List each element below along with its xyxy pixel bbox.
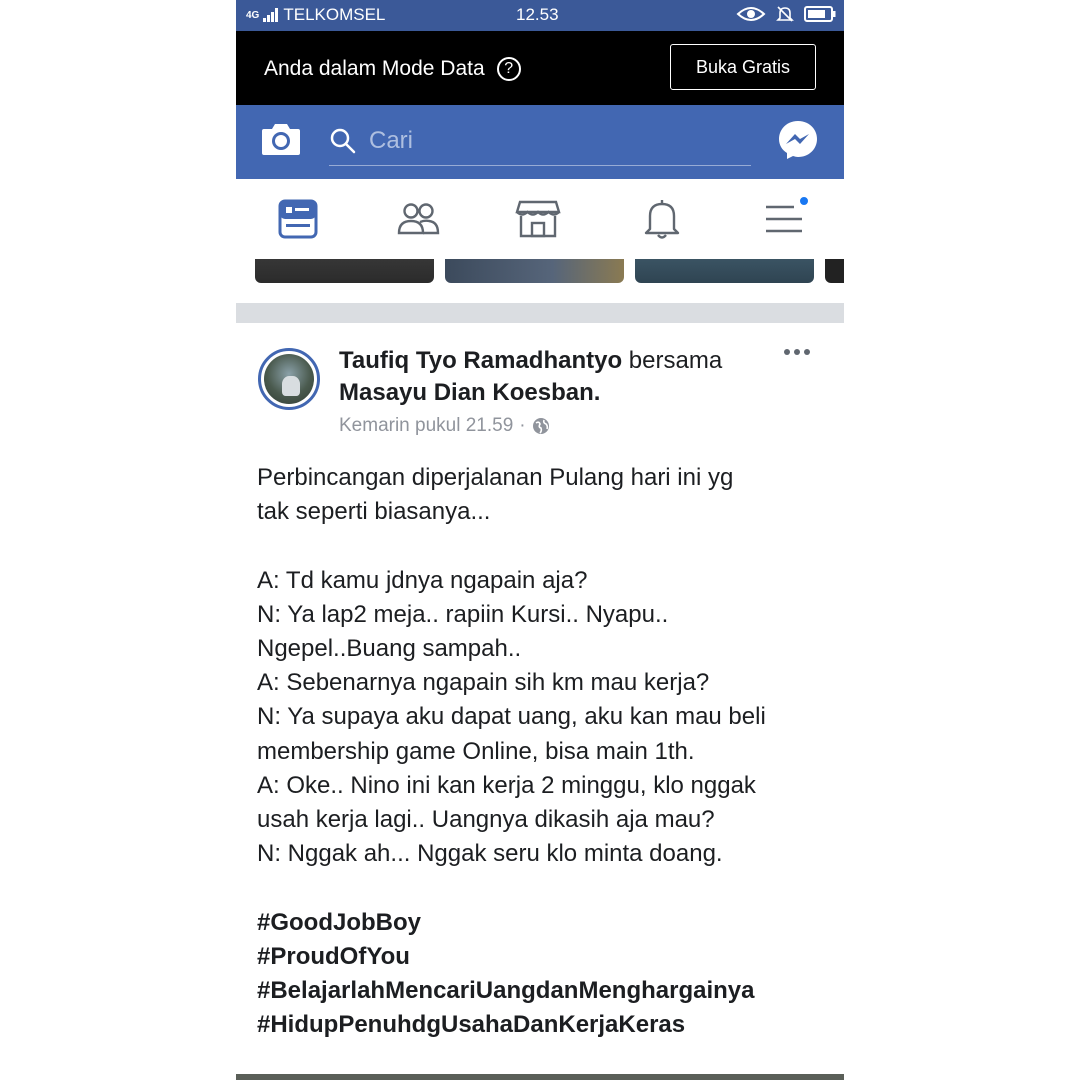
data-mode-message: Anda dalam Mode Data ? bbox=[264, 57, 521, 81]
post-line: Ngepel..Buang sampah.. bbox=[257, 635, 522, 662]
stories-strip[interactable] bbox=[236, 259, 844, 287]
more-options-icon[interactable] bbox=[784, 349, 810, 355]
tab-news-feed[interactable] bbox=[274, 195, 322, 243]
clock: 12.53 bbox=[516, 5, 559, 24]
post-line: N: Ya supaya aku dapat uang, aku kan mau… bbox=[257, 703, 766, 731]
post-timestamp[interactable]: Kemarin pukul 21.59 bbox=[339, 415, 513, 437]
hashtag-link[interactable]: #GoodJobBoy bbox=[257, 906, 827, 940]
bell-icon bbox=[644, 200, 680, 239]
post-line: A: Td kamu jdnya ngapain aja? bbox=[257, 566, 588, 594]
tab-friends[interactable] bbox=[394, 195, 442, 243]
post-line: A: Sebenarnya ngapain sih km mau kerja? bbox=[257, 669, 710, 697]
status-bar: 4G TELKOMSEL 12.53 bbox=[236, 0, 844, 31]
story-card[interactable] bbox=[635, 259, 814, 283]
muted-bell-icon bbox=[776, 6, 794, 22]
post-line-blank bbox=[257, 871, 827, 905]
data-mode-text: Anda dalam Mode Data bbox=[264, 57, 485, 80]
carrier-info: 4G TELKOMSEL bbox=[246, 5, 385, 25]
signal-icon bbox=[263, 8, 279, 22]
top-header: Cari bbox=[236, 105, 844, 179]
status-icons bbox=[736, 5, 836, 23]
post-line: usah kerja lagi.. Uangnya dikasih aja ma… bbox=[257, 806, 715, 834]
eye-icon bbox=[736, 7, 766, 21]
post-line: Perbincangan diperjalanan Pulang hari in… bbox=[257, 464, 734, 491]
friends-icon bbox=[397, 203, 440, 235]
tagged-user[interactable]: Masayu Dian Koesban. bbox=[339, 379, 600, 406]
author-avatar[interactable] bbox=[258, 348, 320, 410]
hashtag-link[interactable]: #BelajarlahMencariUangdanMenghargainya bbox=[257, 974, 827, 1008]
tab-notifications[interactable] bbox=[638, 195, 686, 243]
messenger-icon[interactable] bbox=[777, 119, 819, 161]
carrier-name: TELKOMSEL bbox=[283, 5, 386, 24]
post-image-preview[interactable] bbox=[236, 1074, 844, 1080]
tab-menu[interactable] bbox=[760, 195, 810, 243]
phone-screen: 4G TELKOMSEL 12.53 Anda dalam Mode Data … bbox=[236, 0, 844, 1080]
story-card[interactable] bbox=[255, 259, 434, 283]
search-bar[interactable]: Cari bbox=[329, 117, 751, 166]
post-meta: Kemarin pukul 21.59 · bbox=[339, 415, 550, 437]
post-line: N: Ya lap2 meja.. rapiin Kursi.. Nyapu.. bbox=[257, 600, 669, 628]
tab-marketplace[interactable] bbox=[514, 195, 562, 243]
hashtag-link[interactable]: #ProudOfYou bbox=[257, 940, 827, 974]
post-line: tak seperti biasanya... bbox=[257, 498, 491, 526]
battery-icon bbox=[804, 6, 836, 22]
story-card[interactable] bbox=[825, 259, 844, 283]
nav-tabs bbox=[236, 179, 844, 259]
question-circle-icon[interactable]: ? bbox=[496, 57, 521, 81]
avatar-photo bbox=[264, 354, 314, 404]
post-body: Perbincangan diperjalanan Pulang hari in… bbox=[257, 461, 827, 1042]
post-line: N: Nggak ah... Nggak seru klo minta doan… bbox=[257, 840, 723, 868]
with-word: bersama bbox=[628, 347, 723, 374]
meta-separator: · bbox=[519, 415, 526, 436]
network-type: 4G bbox=[246, 9, 260, 21]
news-feed-icon bbox=[278, 199, 318, 239]
globe-icon bbox=[532, 418, 549, 434]
menu-badge bbox=[798, 195, 810, 207]
post-line-blank bbox=[257, 529, 827, 563]
post-line: A: Oke.. Nino ini kan kerja 2 minggu, kl… bbox=[257, 771, 756, 799]
author-name[interactable]: Taufiq Tyo Ramadhantyo bbox=[339, 347, 622, 374]
data-mode-banner: Anda dalam Mode Data ? Buka Gratis bbox=[236, 31, 844, 105]
menu-icon bbox=[766, 205, 802, 233]
hashtag-link[interactable]: #HidupPenuhdgUsahaDanKerjaKeras bbox=[257, 1008, 827, 1042]
camera-icon[interactable] bbox=[260, 119, 302, 159]
search-icon bbox=[330, 128, 356, 154]
post-header: Taufiq Tyo Ramadhantyo bersama Masayu Di… bbox=[339, 345, 769, 409]
story-card[interactable] bbox=[445, 259, 624, 283]
feed-divider bbox=[236, 303, 844, 323]
search-placeholder: Cari bbox=[369, 127, 414, 154]
open-free-button[interactable]: Buka Gratis bbox=[670, 44, 816, 90]
post-line: membership game Online, bisa main 1th. bbox=[257, 737, 695, 765]
marketplace-icon bbox=[515, 200, 561, 238]
